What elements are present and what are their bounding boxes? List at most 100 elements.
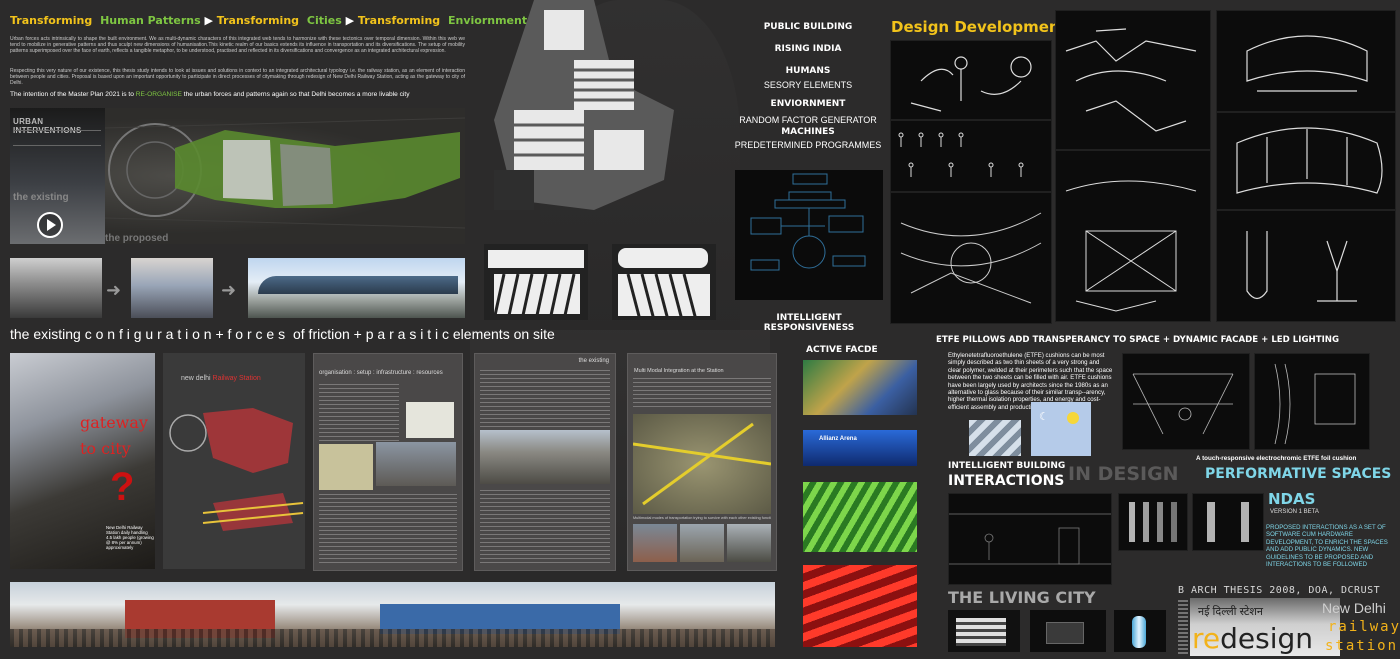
sketch-svg	[1246, 35, 1368, 92]
aerial-photo-svg	[632, 422, 772, 506]
in-design-label: IN DESIGN	[1068, 463, 1179, 485]
gateway-line2: to city	[80, 439, 131, 458]
massing-detail-svg	[618, 248, 710, 320]
sketch-5	[1055, 150, 1211, 322]
label-sensory: SESORY ELEMENTS	[763, 80, 853, 90]
intelligent-label: INTELLIGENT	[776, 313, 842, 323]
text-block	[319, 384, 399, 444]
re-design-logo: redesign	[1192, 622, 1313, 655]
existing-panel: the existing	[474, 353, 616, 571]
re-text: re	[1192, 622, 1221, 655]
concept-diagram	[735, 170, 883, 300]
living-city-title: THE LIVING CITY	[948, 588, 1096, 607]
map-label-b: Railway Station	[212, 375, 261, 382]
crowd	[10, 629, 775, 647]
poster-caption	[13, 130, 101, 146]
question-mark: ?	[110, 465, 135, 509]
play-button[interactable]	[37, 212, 63, 238]
etfe-section-1	[1122, 353, 1250, 450]
tube	[1132, 616, 1146, 648]
sketch-svg	[1246, 231, 1357, 302]
text-block	[319, 494, 457, 564]
etfe-section-svg	[1274, 363, 1356, 445]
arrow-icon: ▶	[204, 14, 213, 27]
sketch-svg	[910, 56, 1032, 112]
sketch-4	[1055, 10, 1211, 150]
interaction-scene	[948, 493, 1112, 585]
label-predetermined: PREDETERMINED PROGRAMMES	[734, 140, 882, 150]
sketch-3	[890, 192, 1052, 324]
intro-paragraph-2: Respecting this very nature of our exist…	[10, 68, 465, 87]
intelligent-responsiveness: INTELLIGENT RESPONSIVENESS	[735, 313, 883, 333]
massing-render	[474, 0, 714, 240]
etfe-diagram: ☾	[1031, 402, 1091, 456]
ndas-title: NDAS	[1268, 490, 1316, 508]
interaction-figure-1	[1118, 493, 1188, 551]
sketch-8	[1216, 210, 1396, 322]
text-block	[480, 490, 610, 564]
title-part: Transforming	[216, 14, 300, 27]
living-city-image-3	[1114, 610, 1166, 652]
active-facade-title: ACTIVE FACDE	[806, 345, 878, 355]
interaction-figure-2	[1192, 493, 1264, 551]
center-labels: PUBLIC BUILDING RISING INDIA HUMANS SESO…	[730, 22, 886, 150]
hindi-signage: नई दिल्ली स्टेशन	[1198, 606, 1263, 618]
station-label: station	[1325, 638, 1399, 654]
existing-label: the existing	[13, 192, 69, 203]
config-title-part: the existing	[10, 326, 81, 342]
interaction-scene-svg	[949, 513, 1111, 565]
facade-photo-1	[803, 360, 917, 415]
diagram-thumb	[406, 402, 454, 438]
allianz-label: Allianz Arena	[819, 436, 857, 442]
new-delhi-label: New Delhi	[1322, 600, 1386, 616]
title-part: Human Patterns	[100, 14, 201, 27]
aerial-map: the proposed	[105, 108, 465, 244]
laptop	[1046, 622, 1084, 644]
multimodal-title: Multi Modal Integration at the Station	[634, 368, 724, 374]
master-plan-text: The intention of the Master Plan 2021 is…	[10, 91, 134, 98]
facade-photo-allianz: Allianz Arena	[803, 430, 917, 466]
organisation-title: organisation : setup : infrastructure : …	[319, 370, 443, 376]
map-label: new delhi Railway Station	[181, 375, 261, 382]
urban-interventions-poster: URBAN INTERVENTIONS the existing	[10, 108, 105, 244]
text-block	[633, 378, 771, 410]
massing-detail-2	[612, 244, 716, 320]
sketch-2	[890, 120, 1052, 192]
multimodal-panel: Multi Modal Integration at the Station M…	[627, 353, 777, 571]
sketch-1	[890, 40, 1052, 120]
etfe-section-svg	[1132, 373, 1234, 435]
thesis-label: B ARCH THESIS 2008, DOA, DCRUST	[1178, 585, 1381, 596]
living-city-image-1	[948, 610, 1020, 652]
header-title-row: Transforming Human Patterns ▶ Transformi…	[10, 14, 534, 30]
aerial-map-svg	[105, 117, 465, 229]
station-photo-bw	[10, 258, 102, 318]
label-rising-india: RISING INDIA	[774, 44, 842, 54]
map-thumb	[319, 444, 373, 490]
station-panorama	[10, 582, 775, 647]
concept-diagram-svg	[750, 173, 866, 271]
label-public-building: PUBLIC BUILDING	[763, 22, 853, 32]
title-part: Transforming	[357, 14, 441, 27]
interactions-title: INTERACTIONS	[948, 473, 1065, 489]
city-map-panel: new delhi Railway Station	[163, 353, 305, 569]
design-text: design	[1220, 622, 1314, 655]
config-title: the existing c o n f i g u r a t i o n +…	[10, 326, 610, 342]
sketch-svg	[1065, 180, 1197, 312]
master-plan-line: The intention of the Master Plan 2021 is…	[10, 91, 470, 98]
gateway-line1: gateway	[80, 413, 148, 432]
organisation-panel: organisation : setup : infrastructure : …	[313, 353, 463, 571]
text-block	[480, 370, 610, 428]
label-environment: ENVIORNMENT	[770, 99, 846, 109]
station-photo-train	[131, 258, 213, 318]
vertical-credit	[1178, 600, 1188, 654]
interaction-figure-svg	[1129, 502, 1177, 542]
title-part: Transforming	[10, 14, 93, 27]
responsiveness-label: RESPONSIVENESS	[763, 323, 855, 333]
sketch-svg	[900, 212, 1042, 304]
station-roof	[258, 276, 458, 294]
sun-icon	[1067, 412, 1079, 424]
sketch-svg	[1065, 28, 1197, 132]
massing-detail-1	[484, 244, 588, 320]
label-random-factor: RANDOM FACTOR GENERATOR	[739, 115, 877, 125]
railway-label: railway	[1328, 619, 1400, 635]
